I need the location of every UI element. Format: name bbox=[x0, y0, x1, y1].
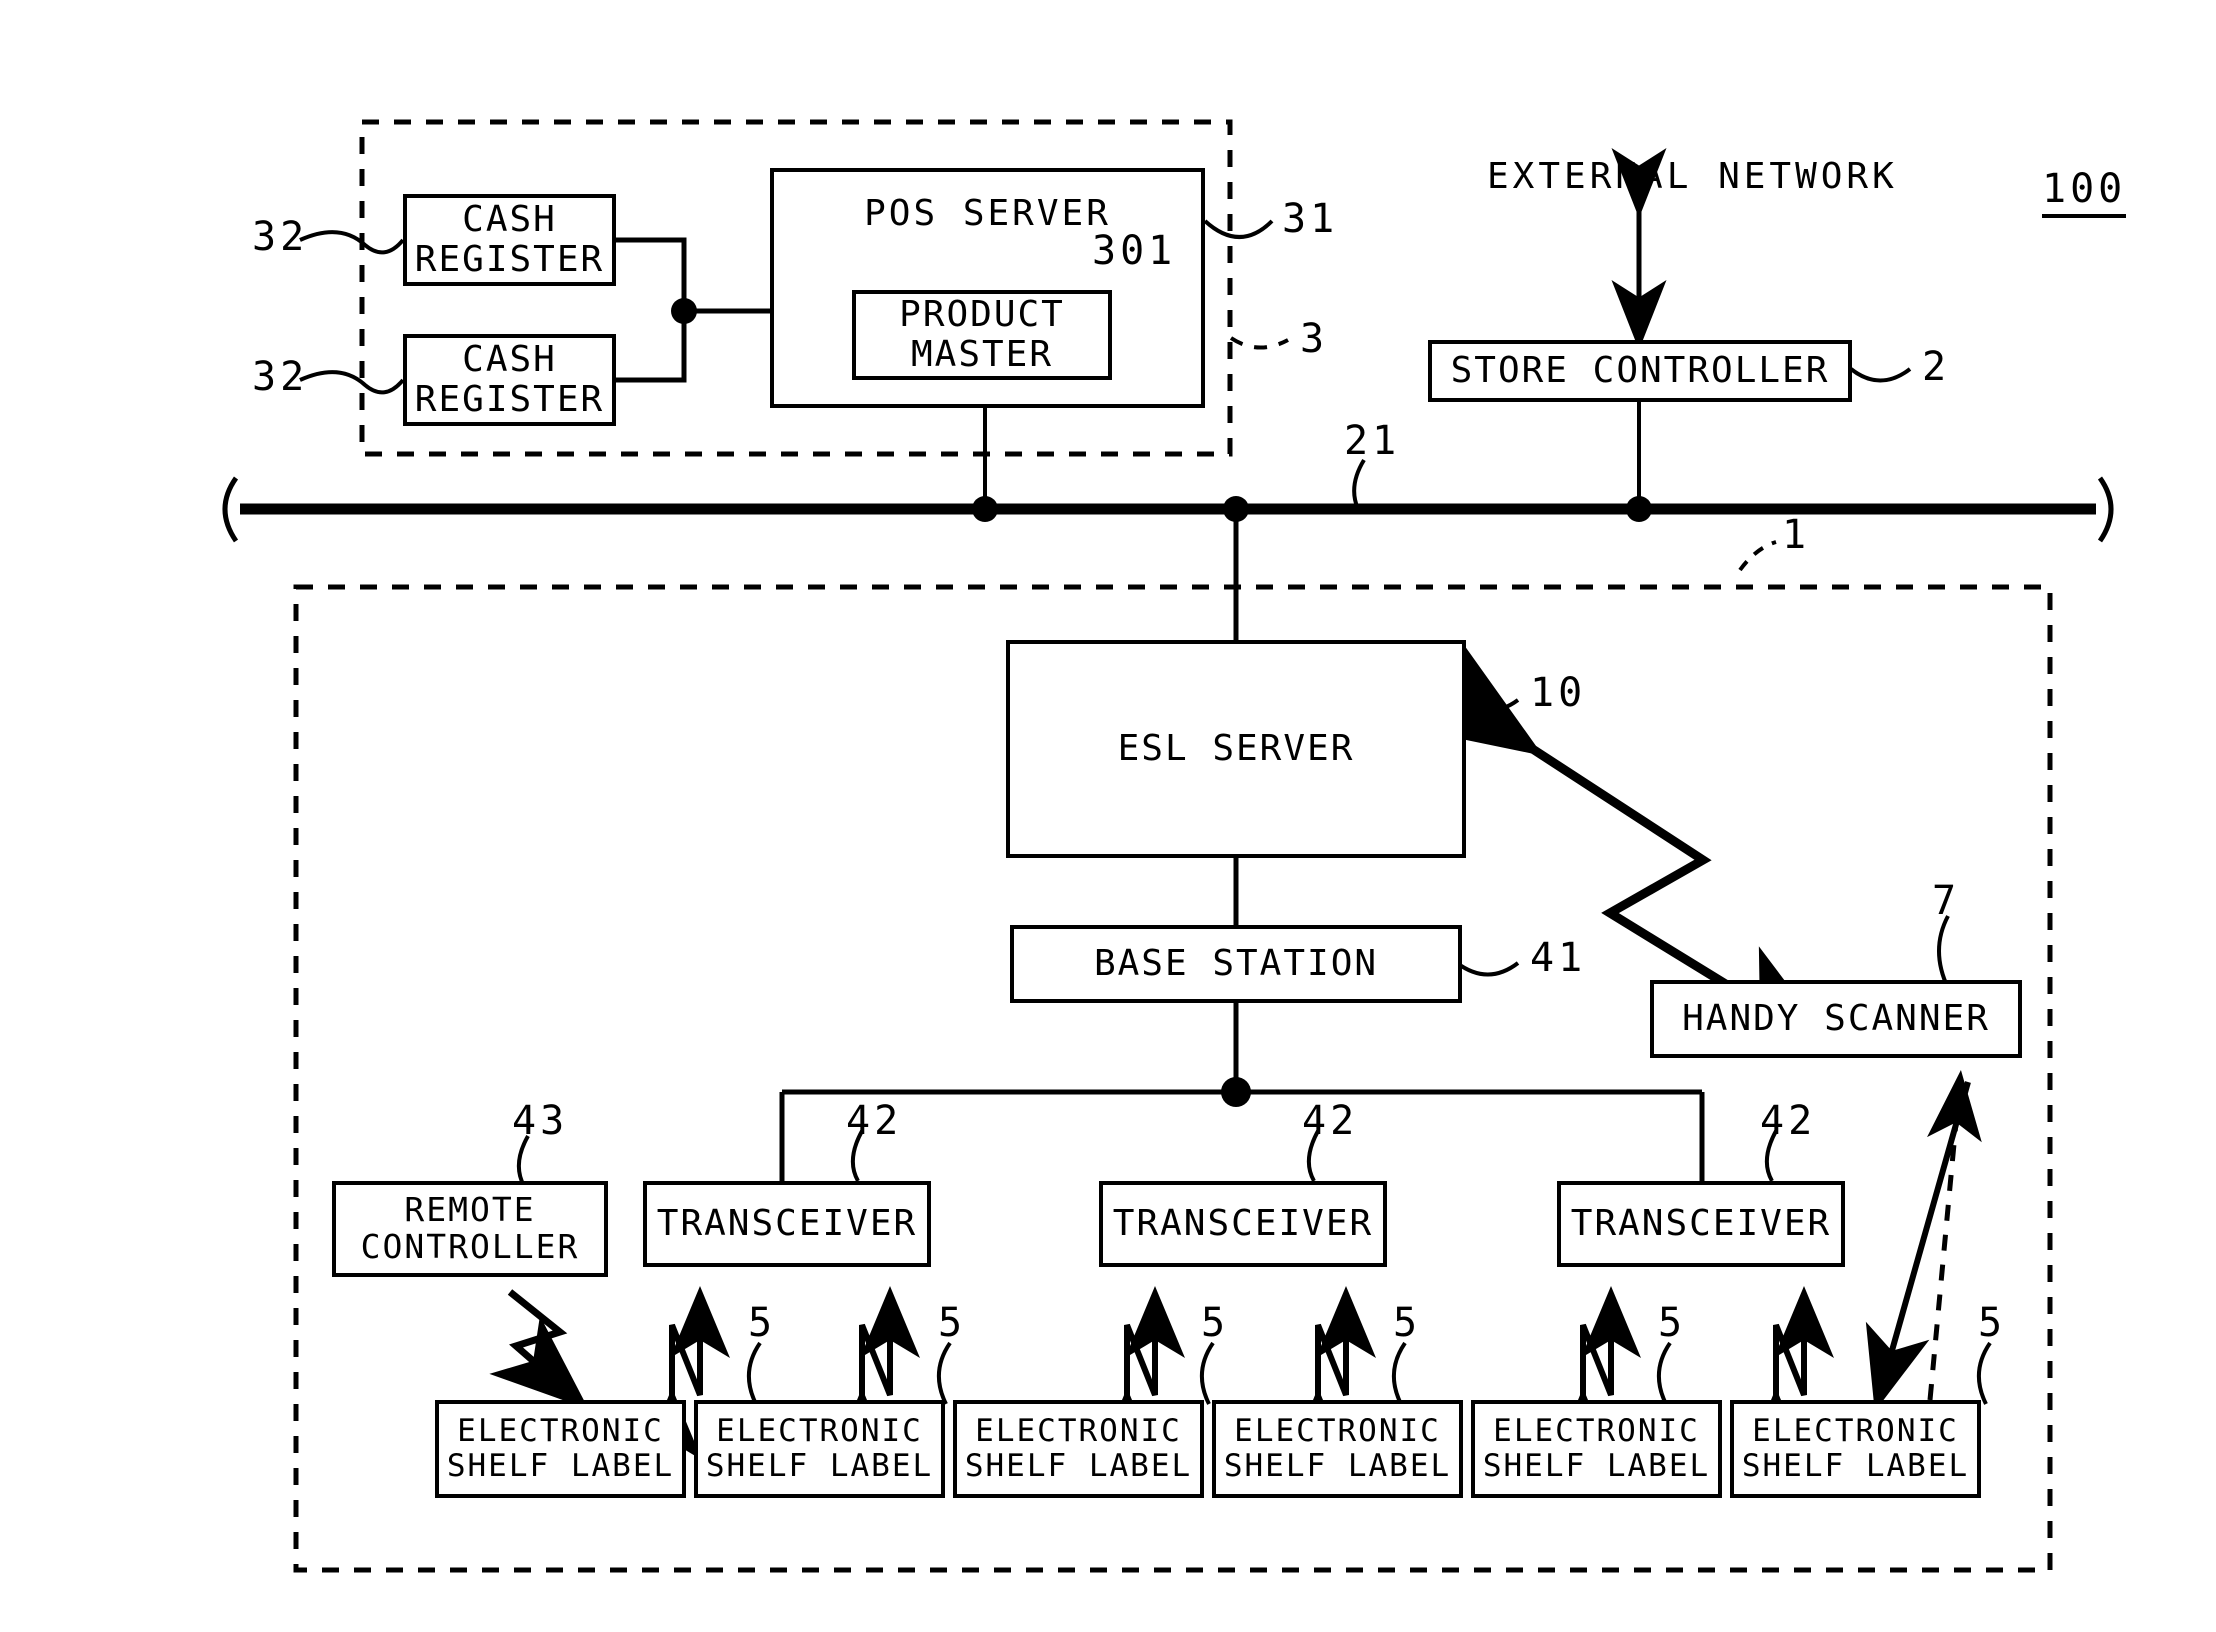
cash-register-1-line2: REGISTER bbox=[414, 239, 605, 280]
esl-1-line1: ELECTRONIC bbox=[457, 1413, 664, 1450]
ref-41-base-station: 41 bbox=[1530, 935, 1587, 981]
ref-42-transceiver-3: 42 bbox=[1760, 1098, 1817, 1144]
scanner-to-esl-dashed bbox=[1927, 1070, 1982, 1401]
cash-register-box-1: CASH REGISTER bbox=[403, 194, 616, 286]
transceiver-1-label: TRANSCEIVER bbox=[656, 1202, 918, 1244]
patent-figure: CASH REGISTER CASH REGISTER POS SERVER P… bbox=[0, 0, 2216, 1632]
esl-4-line2: SHELF LABEL bbox=[1223, 1448, 1452, 1484]
electronic-shelf-label-box-2: ELECTRONIC SHELF LABEL bbox=[694, 1400, 945, 1498]
transceiver-3-label: TRANSCEIVER bbox=[1570, 1202, 1832, 1244]
ref-1-esl-group: 1 bbox=[1782, 512, 1811, 558]
wireless-link-2 bbox=[832, 1286, 920, 1460]
ref-5-esl-2: 5 bbox=[938, 1300, 967, 1346]
wireless-link-3 bbox=[1097, 1286, 1185, 1460]
ref-42-transceiver-2: 42 bbox=[1302, 1098, 1359, 1144]
wireless-link-5 bbox=[1553, 1286, 1641, 1460]
esl-3-line1: ELECTRONIC bbox=[975, 1413, 1182, 1450]
cash-register-1-line1: CASH bbox=[462, 198, 557, 240]
pos-server-label: POS SERVER bbox=[864, 193, 1111, 234]
ref-5-esl-5: 5 bbox=[1658, 1300, 1687, 1346]
base-station-box: BASE STATION bbox=[1010, 925, 1462, 1003]
ref-43-remote-controller: 43 bbox=[512, 1098, 569, 1144]
electronic-shelf-label-box-1: ELECTRONIC SHELF LABEL bbox=[435, 1400, 686, 1498]
store-controller-label: STORE CONTROLLER bbox=[1450, 349, 1830, 391]
esl-2-line2: SHELF LABEL bbox=[705, 1448, 934, 1484]
product-master-line1: PRODUCT bbox=[899, 293, 1065, 335]
system-ref-100: 100 bbox=[2042, 166, 2127, 218]
handy-scanner-label: HANDY SCANNER bbox=[1682, 997, 1990, 1039]
ref-7-handy-scanner: 7 bbox=[1932, 878, 1961, 924]
remote-controller-line2: CONTROLLER bbox=[360, 1227, 580, 1266]
junction-dot-cash-registers bbox=[671, 298, 697, 324]
remote-controller-line1: REMOTE bbox=[404, 1190, 536, 1230]
ref-5-esl-1: 5 bbox=[748, 1300, 777, 1346]
transceiver-box-1: TRANSCEIVER bbox=[643, 1181, 931, 1267]
cash-register-box-2: CASH REGISTER bbox=[403, 334, 616, 426]
ref-32-top: 32 bbox=[252, 214, 309, 260]
esl-5-line2: SHELF LABEL bbox=[1482, 1448, 1711, 1484]
ref-42-transceiver-1: 42 bbox=[846, 1098, 903, 1144]
ref-32-bottom: 32 bbox=[252, 354, 309, 400]
handy-scanner-box: HANDY SCANNER bbox=[1650, 980, 2022, 1058]
remote-controller-box: REMOTE CONTROLLER bbox=[332, 1181, 608, 1277]
ref-10-esl-server: 10 bbox=[1530, 670, 1587, 716]
wireless-link-4 bbox=[1288, 1286, 1376, 1460]
wireless-link-1 bbox=[642, 1286, 730, 1460]
transceiver-2-label: TRANSCEIVER bbox=[1112, 1202, 1374, 1244]
esl-6-line1: ELECTRONIC bbox=[1752, 1413, 1959, 1450]
esl-server-label: ESL SERVER bbox=[1117, 727, 1355, 769]
ref-5-esl-4: 5 bbox=[1393, 1300, 1422, 1346]
esl-server-box: ESL SERVER bbox=[1006, 640, 1466, 858]
electronic-shelf-label-box-5: ELECTRONIC SHELF LABEL bbox=[1471, 1400, 1722, 1498]
base-station-label: BASE STATION bbox=[1093, 942, 1379, 984]
esl-6-line2: SHELF LABEL bbox=[1741, 1448, 1970, 1484]
product-master-line2: MASTER bbox=[910, 334, 1054, 375]
ref-5-esl-6: 5 bbox=[1978, 1300, 2007, 1346]
ref-21-network-bus: 21 bbox=[1344, 418, 1401, 464]
remote-controller-link bbox=[489, 1289, 589, 1410]
ref-3-pos-group: 3 bbox=[1300, 316, 1329, 362]
transceiver-box-2: TRANSCEIVER bbox=[1099, 1181, 1387, 1267]
ref-5-esl-3: 5 bbox=[1201, 1300, 1230, 1346]
esl-1-line2: SHELF LABEL bbox=[446, 1448, 675, 1484]
ref-301-product-master: 301 bbox=[1092, 228, 1177, 274]
ref-31-pos-server: 31 bbox=[1282, 196, 1339, 242]
cash-register-2-line2: REGISTER bbox=[414, 379, 605, 420]
esl-4-line1: ELECTRONIC bbox=[1234, 1413, 1441, 1450]
esl-3-line2: SHELF LABEL bbox=[964, 1448, 1193, 1484]
external-network-label: EXTERNAL NETWORK bbox=[1487, 156, 1898, 197]
cash-register-2-line1: CASH bbox=[462, 338, 557, 380]
wireless-link-6 bbox=[1746, 1286, 1834, 1460]
electronic-shelf-label-box-3: ELECTRONIC SHELF LABEL bbox=[953, 1400, 1204, 1498]
junction-dot-esl-bus bbox=[1223, 496, 1249, 522]
esl-2-line1: ELECTRONIC bbox=[716, 1413, 923, 1450]
transceiver-box-3: TRANSCEIVER bbox=[1557, 1181, 1845, 1267]
esl-5-line1: ELECTRONIC bbox=[1493, 1413, 1700, 1450]
electronic-shelf-label-box-4: ELECTRONIC SHELF LABEL bbox=[1212, 1400, 1463, 1498]
ref-2-store-controller: 2 bbox=[1922, 344, 1951, 390]
electronic-shelf-label-box-6: ELECTRONIC SHELF LABEL bbox=[1730, 1400, 1981, 1498]
product-master-box: PRODUCT MASTER bbox=[852, 290, 1112, 380]
store-controller-box: STORE CONTROLLER bbox=[1428, 340, 1852, 402]
